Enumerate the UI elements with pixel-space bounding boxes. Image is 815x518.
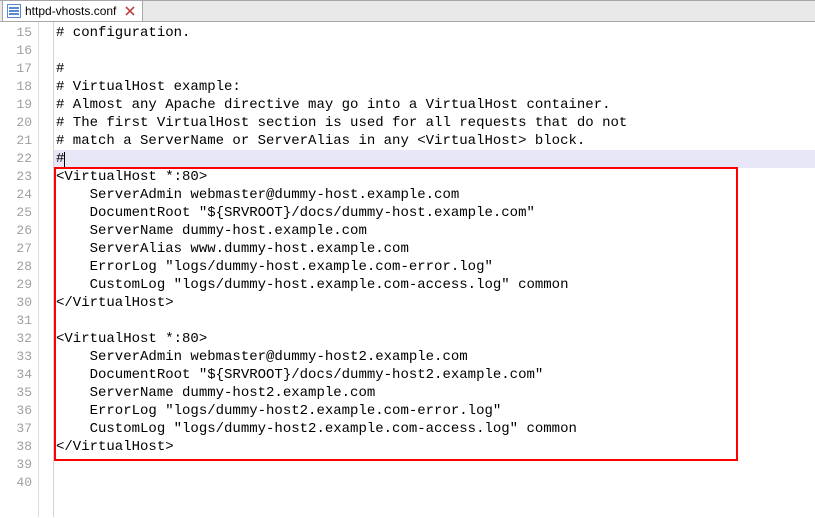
line-number: 21 <box>0 132 38 150</box>
line-number: 15 <box>0 24 38 42</box>
code-line[interactable]: # configuration. <box>54 24 815 42</box>
line-number: 23 <box>0 168 38 186</box>
line-number: 37 <box>0 420 38 438</box>
editor-window: httpd-vhosts.conf 1516171819202122232425… <box>0 0 815 518</box>
line-number: 33 <box>0 348 38 366</box>
line-number: 19 <box>0 96 38 114</box>
line-number: 17 <box>0 60 38 78</box>
code-line[interactable]: ErrorLog "logs/dummy-host2.example.com-e… <box>54 402 815 420</box>
line-number: 29 <box>0 276 38 294</box>
code-line[interactable] <box>54 474 815 492</box>
line-number: 32 <box>0 330 38 348</box>
tab-httpd-vhosts[interactable]: httpd-vhosts.conf <box>2 0 143 21</box>
code-line[interactable]: ServerAlias www.dummy-host.example.com <box>54 240 815 258</box>
line-number: 27 <box>0 240 38 258</box>
line-number: 26 <box>0 222 38 240</box>
code-line[interactable]: <VirtualHost *:80> <box>54 168 815 186</box>
close-icon <box>125 6 135 16</box>
code-line[interactable]: CustomLog "logs/dummy-host.example.com-a… <box>54 276 815 294</box>
line-number: 34 <box>0 366 38 384</box>
code-line[interactable]: # Almost any Apache directive may go int… <box>54 96 815 114</box>
code-line[interactable]: # The first VirtualHost section is used … <box>54 114 815 132</box>
line-number: 20 <box>0 114 38 132</box>
code-line[interactable] <box>54 456 815 474</box>
code-line[interactable]: # <box>54 150 815 168</box>
line-number: 24 <box>0 186 38 204</box>
code-line[interactable]: ServerName dummy-host2.example.com <box>54 384 815 402</box>
code-line[interactable]: </VirtualHost> <box>54 294 815 312</box>
editor-body: 1516171819202122232425262728293031323334… <box>0 22 815 517</box>
text-caret <box>64 152 65 167</box>
code-line[interactable]: CustomLog "logs/dummy-host2.example.com-… <box>54 420 815 438</box>
fold-margin <box>39 22 54 517</box>
code-line[interactable]: </VirtualHost> <box>54 438 815 456</box>
code-line[interactable]: ServerAdmin webmaster@dummy-host2.exampl… <box>54 348 815 366</box>
line-number: 35 <box>0 384 38 402</box>
code-line[interactable] <box>54 42 815 60</box>
line-number: 18 <box>0 78 38 96</box>
line-number: 31 <box>0 312 38 330</box>
code-line[interactable] <box>54 312 815 330</box>
code-line[interactable]: DocumentRoot "${SRVROOT}/docs/dummy-host… <box>54 204 815 222</box>
line-number: 38 <box>0 438 38 456</box>
line-number: 22 <box>0 150 38 168</box>
line-number: 40 <box>0 474 38 492</box>
line-number: 25 <box>0 204 38 222</box>
code-line[interactable]: ServerName dummy-host.example.com <box>54 222 815 240</box>
code-line[interactable]: # match a ServerName or ServerAlias in a… <box>54 132 815 150</box>
code-line[interactable]: ErrorLog "logs/dummy-host.example.com-er… <box>54 258 815 276</box>
line-number-gutter: 1516171819202122232425262728293031323334… <box>0 22 39 517</box>
line-number: 16 <box>0 42 38 60</box>
line-number: 30 <box>0 294 38 312</box>
line-number: 39 <box>0 456 38 474</box>
tab-bar: httpd-vhosts.conf <box>0 1 815 22</box>
code-line[interactable]: <VirtualHost *:80> <box>54 330 815 348</box>
line-number: 28 <box>0 258 38 276</box>
code-area[interactable]: # configuration.## VirtualHost example:#… <box>54 22 815 517</box>
code-line[interactable]: # <box>54 60 815 78</box>
file-icon <box>7 4 21 18</box>
code-line[interactable]: ServerAdmin webmaster@dummy-host.example… <box>54 186 815 204</box>
tab-label: httpd-vhosts.conf <box>25 4 116 18</box>
line-number: 36 <box>0 402 38 420</box>
code-line[interactable]: # VirtualHost example: <box>54 78 815 96</box>
tab-close-button[interactable] <box>124 5 136 17</box>
code-line[interactable]: DocumentRoot "${SRVROOT}/docs/dummy-host… <box>54 366 815 384</box>
